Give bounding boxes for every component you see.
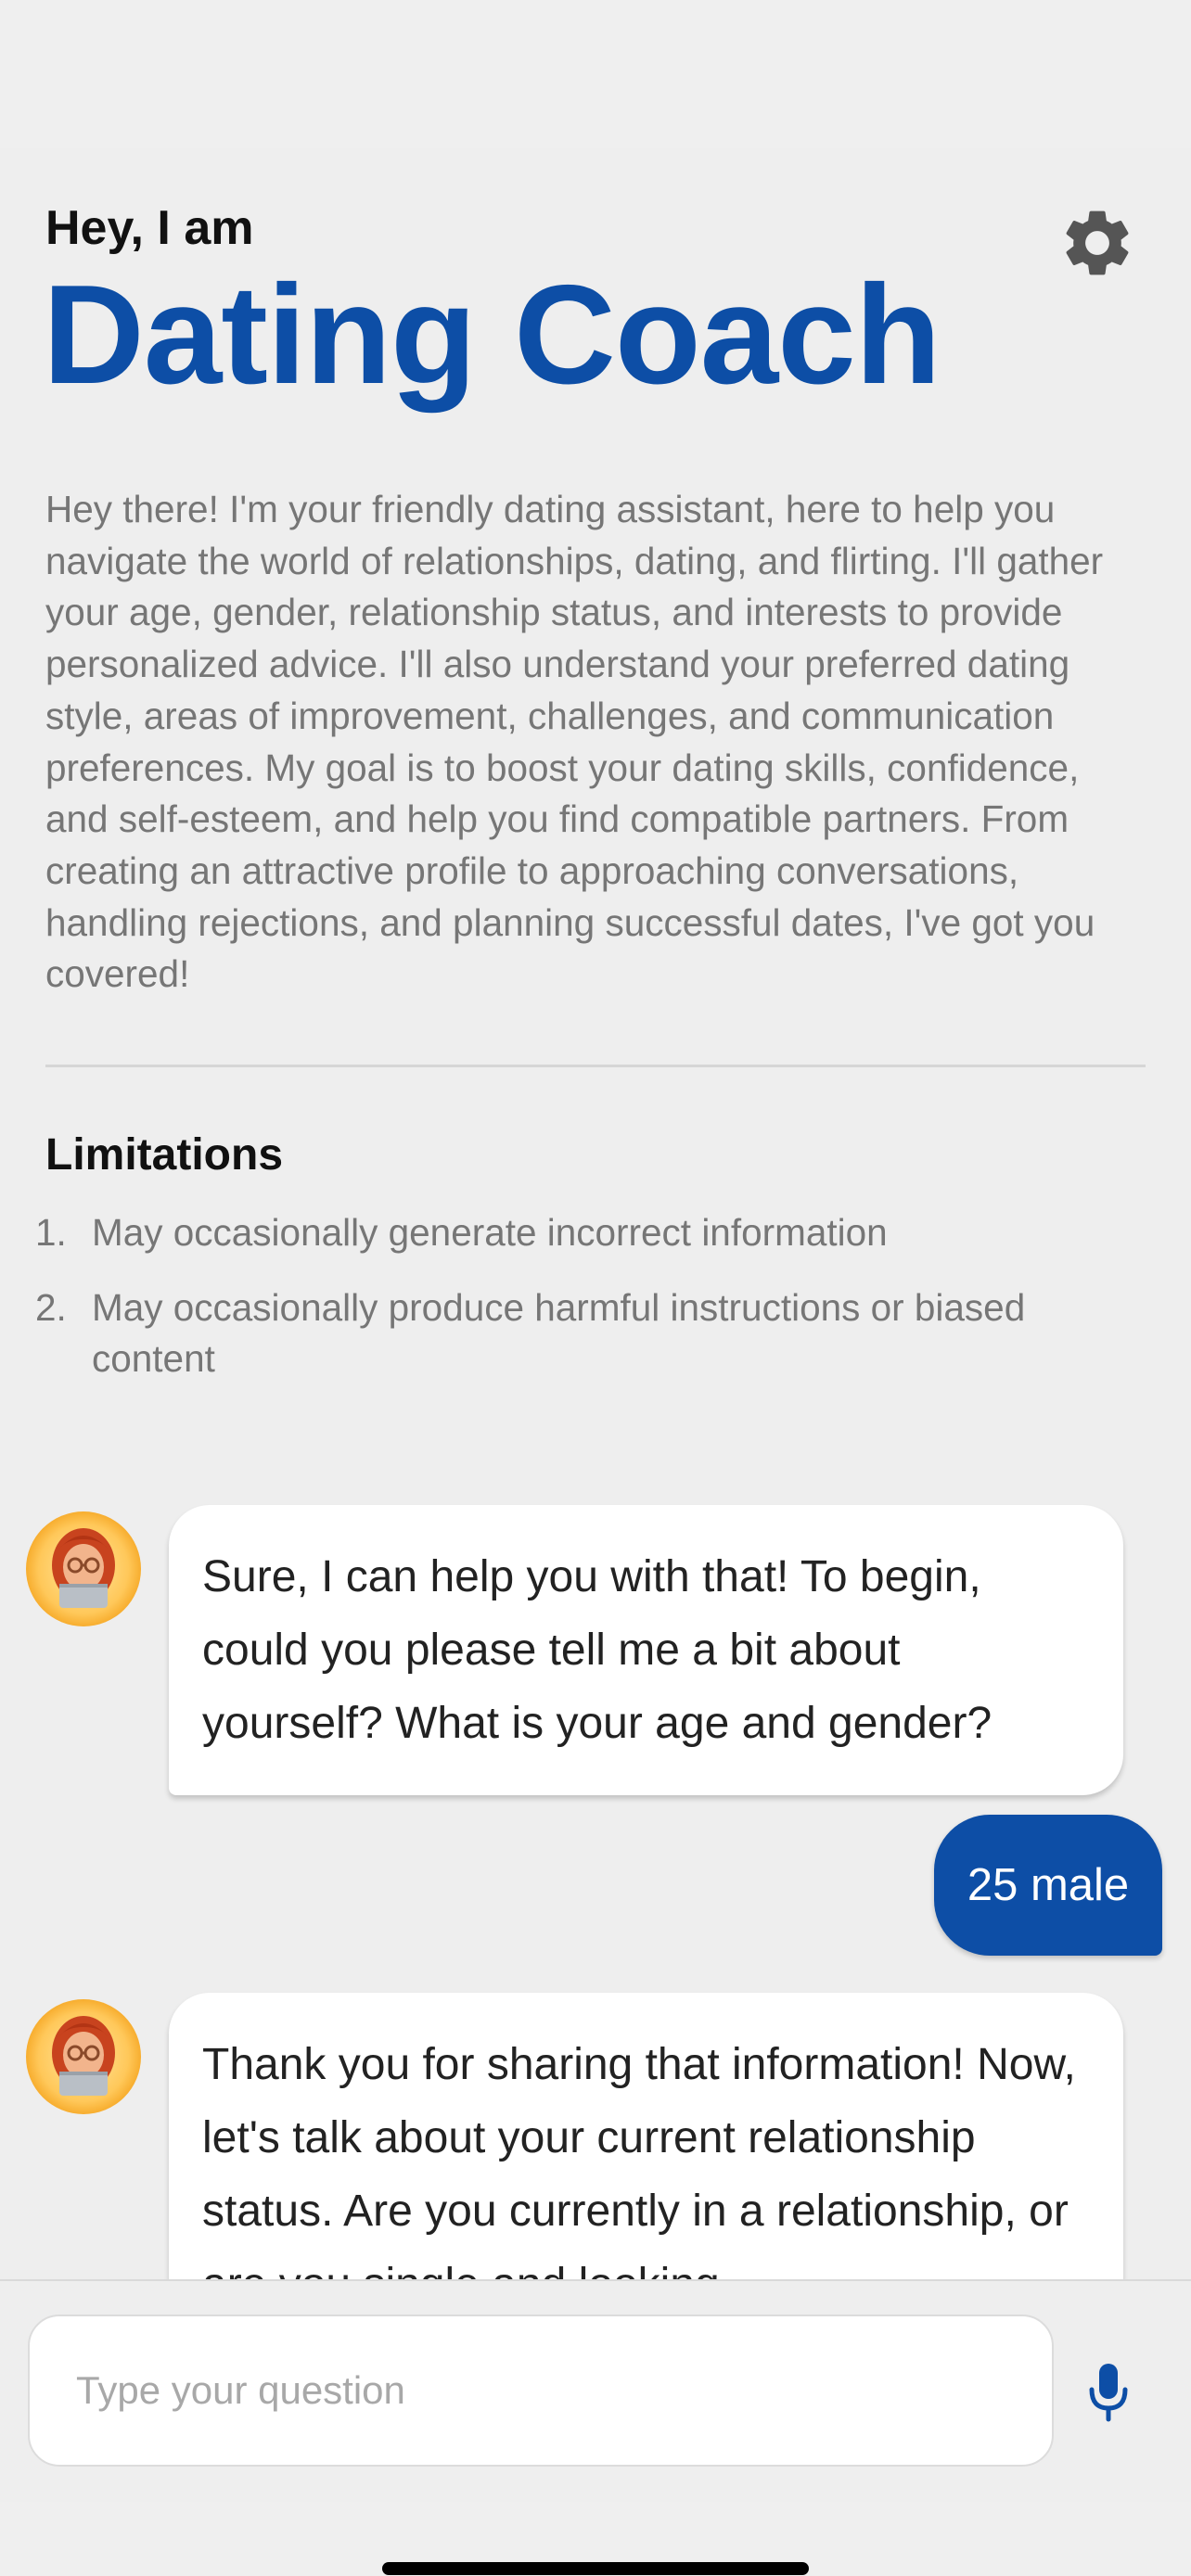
limitations-title: Limitations	[45, 1130, 284, 1180]
microphone-icon	[1089, 2364, 1128, 2422]
avatar-memoji-icon	[52, 1528, 115, 1608]
divider	[45, 1065, 1146, 1067]
intro-description: Hey there! I'm your friendly dating assi…	[45, 488, 1104, 996]
microphone-button[interactable]	[1076, 2346, 1141, 2439]
bot-avatar	[26, 1511, 141, 1626]
limitation-text: May occasionally produce harmful instruc…	[92, 1286, 1026, 1380]
bot-avatar	[26, 1999, 141, 2114]
user-message: 25 male	[934, 1815, 1162, 1956]
limitation-number: 1.	[35, 1211, 67, 1254]
limitation-number: 2.	[35, 1286, 67, 1329]
chat-scroll-area[interactable]: Hey, I am Dating Coach Hey there! I'm yo…	[0, 148, 1191, 2281]
home-indicator[interactable]	[382, 2562, 809, 2575]
limitations-list: 1. May occasionally generate incorrect i…	[35, 1207, 1148, 1409]
question-input[interactable]	[30, 2316, 1052, 2465]
avatar-memoji-icon	[52, 2016, 115, 2096]
limitation-item: 2. May occasionally produce harmful inst…	[35, 1282, 1148, 1384]
gear-icon	[1066, 210, 1129, 275]
bot-message: Sure, I can help you with that! To begin…	[169, 1505, 1123, 1795]
greeting-text: Hey, I am	[45, 201, 254, 255]
limitation-item: 1. May occasionally generate incorrect i…	[35, 1207, 1148, 1258]
limitation-text: May occasionally generate incorrect info…	[92, 1211, 888, 1254]
status-bar	[0, 0, 1191, 148]
page-title: Dating Coach	[43, 256, 941, 414]
settings-button[interactable]	[1056, 201, 1139, 285]
question-input-container[interactable]	[28, 2315, 1054, 2467]
composer-bar	[0, 2279, 1191, 2502]
bot-message: Thank you for sharing that information! …	[169, 1993, 1123, 2281]
home-area	[0, 2502, 1191, 2576]
